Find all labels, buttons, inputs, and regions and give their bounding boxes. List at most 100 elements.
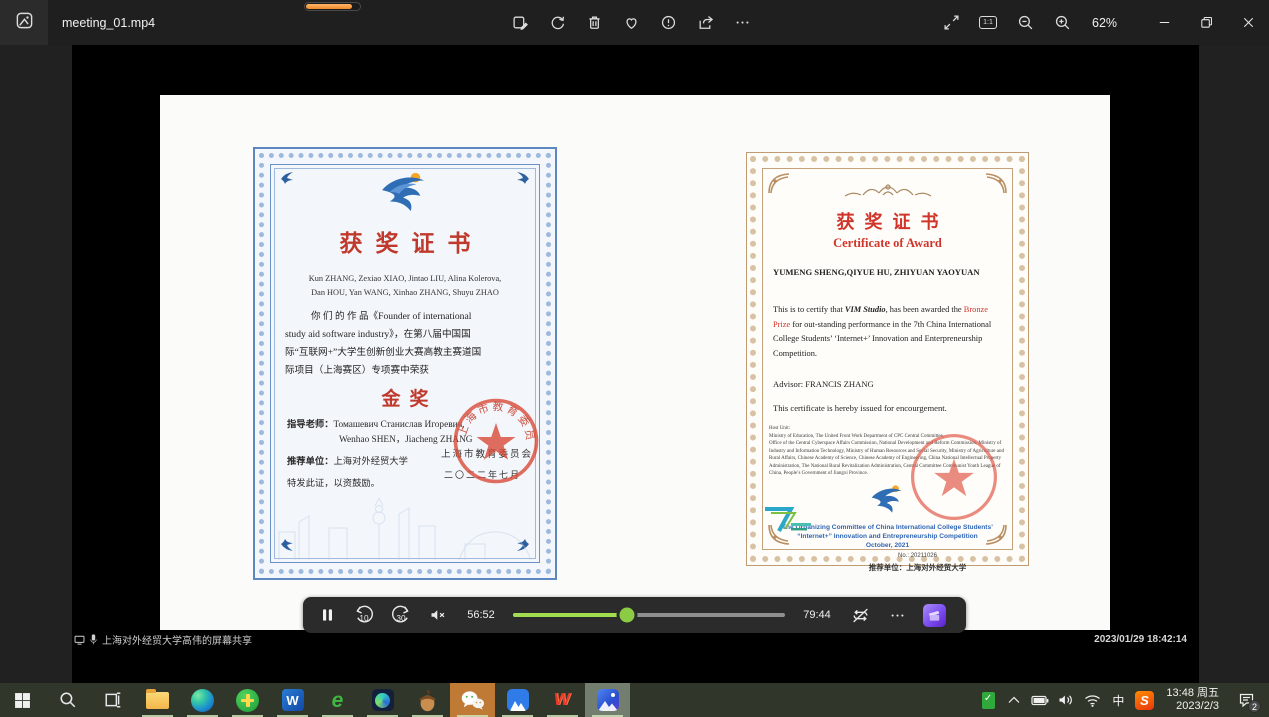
titlebar: meeting_01.mp4 bbox=[0, 0, 1269, 45]
taskbar-webex[interactable] bbox=[360, 683, 405, 717]
taskbar-green-browser[interactable]: e bbox=[315, 683, 360, 717]
ime-indicator[interactable]: 中 bbox=[1106, 683, 1130, 717]
skip-forward-30-button[interactable]: 30 bbox=[390, 603, 412, 627]
taskbar-edge-browser[interactable] bbox=[180, 683, 225, 717]
screen-share-text: 上海对外经贸大学高伟的屏幕共享 bbox=[102, 632, 252, 647]
player-bar: 10 30 56:52 79:44 bbox=[303, 597, 966, 633]
taskbar-word[interactable]: W bbox=[270, 683, 315, 717]
video-timestamp: 2023/01/29 18:42:14 bbox=[1094, 634, 1187, 645]
red-seal-icon: 上海市教育委员会 bbox=[451, 396, 541, 486]
flourish-top-icon bbox=[833, 181, 943, 199]
taskbar-wechat[interactable] bbox=[450, 683, 495, 717]
search-button[interactable] bbox=[45, 683, 90, 717]
taskbar-mountain-app[interactable] bbox=[495, 683, 540, 717]
restore-icon[interactable] bbox=[1185, 0, 1227, 45]
360-security-icon bbox=[236, 689, 259, 712]
edge-icon bbox=[191, 689, 214, 712]
certificate-left-content: 获奖证书 Kun ZHANG, Zexiao XIAO, Jintao LIU,… bbox=[277, 171, 533, 556]
repeat-off-button[interactable] bbox=[849, 603, 871, 627]
certificate-left-names: Kun ZHANG, Zexiao XIAO, Jintao LIU, Alin… bbox=[277, 272, 533, 300]
total-time: 79:44 bbox=[800, 609, 834, 621]
speaker-icon[interactable] bbox=[1054, 683, 1078, 717]
wifi-icon[interactable] bbox=[1080, 683, 1104, 717]
taskbar-file-explorer[interactable] bbox=[135, 683, 180, 717]
actual-size-icon[interactable]: 1:1 bbox=[973, 8, 1003, 38]
wps-icon: W bbox=[553, 690, 572, 710]
favorite-icon[interactable] bbox=[616, 8, 646, 38]
system-tray: 中 S 13:48 周五 2023/2/3 2 bbox=[976, 683, 1269, 717]
task-view-button[interactable] bbox=[90, 683, 135, 717]
sogou-ime-icon[interactable]: S bbox=[1132, 683, 1156, 717]
capture-progress-pill bbox=[304, 2, 361, 11]
red-seal-icon bbox=[908, 431, 1000, 523]
fullscreen-icon[interactable] bbox=[936, 8, 966, 38]
pause-button[interactable] bbox=[316, 603, 338, 627]
info-icon[interactable] bbox=[653, 8, 683, 38]
see-all-photos-button[interactable] bbox=[0, 0, 48, 45]
screen-share-icon bbox=[74, 635, 85, 645]
delete-icon[interactable] bbox=[579, 8, 609, 38]
taskbar-wps[interactable]: W bbox=[540, 683, 585, 717]
rotate-icon[interactable] bbox=[542, 8, 572, 38]
screen: meeting_01.mp4 bbox=[0, 0, 1269, 717]
view-toolbar: 1:1 62% bbox=[936, 0, 1126, 45]
toolbar bbox=[505, 0, 757, 45]
taskbar-photos[interactable] bbox=[585, 683, 630, 717]
video-canvas[interactable]: 获奖证书 Kun ZHANG, Zexiao XIAO, Jintao LIU,… bbox=[72, 45, 1199, 683]
zoom-in-icon[interactable] bbox=[1047, 8, 1077, 38]
start-button[interactable] bbox=[0, 683, 45, 717]
viewer-stage: 获奖证书 Kun ZHANG, Zexiao XIAO, Jintao LIU,… bbox=[0, 45, 1269, 683]
internet-plus-logo-icon bbox=[865, 484, 911, 514]
svg-text:10: 10 bbox=[359, 614, 369, 623]
certificate-right-title-cn: 获奖证书 bbox=[765, 208, 1010, 234]
certificate-right-advisor: Advisor: FRANCIS ZHANG bbox=[773, 379, 1002, 389]
seek-bar-thumb[interactable] bbox=[620, 608, 635, 623]
skip-back-10-button[interactable]: 10 bbox=[353, 603, 375, 627]
mountain-app-icon bbox=[507, 689, 529, 711]
competition-mini-logo-icon bbox=[761, 505, 813, 535]
seek-bar-fill bbox=[513, 613, 627, 617]
taskbar-apps: W e W bbox=[0, 683, 630, 717]
word-icon: W bbox=[282, 689, 304, 711]
zoom-level: 62% bbox=[1092, 16, 1126, 30]
chevron-up-icon[interactable] bbox=[1002, 683, 1026, 717]
zoom-out-icon[interactable] bbox=[1010, 8, 1040, 38]
edit-icon[interactable] bbox=[505, 8, 535, 38]
taskbar-nutstore[interactable] bbox=[405, 683, 450, 717]
certificate-left-body: 你 们 的 作 品《Founder of international study… bbox=[285, 308, 525, 380]
certificate-right-recommender: 推荐单位：上海对外经贸大学 bbox=[765, 562, 1010, 573]
usb-eject-icon[interactable] bbox=[976, 683, 1000, 717]
taskbar-clock[interactable]: 13:48 周五 2023/2/3 bbox=[1158, 687, 1227, 713]
more-icon[interactable] bbox=[727, 8, 757, 38]
certificate-right-issue-note: This certificate is hereby issued for en… bbox=[773, 403, 1002, 413]
close-icon[interactable] bbox=[1227, 0, 1269, 45]
clock-time: 13:48 周五 bbox=[1166, 687, 1219, 700]
webex-icon bbox=[372, 689, 394, 711]
wechat-icon bbox=[460, 689, 485, 711]
photos-icon bbox=[597, 689, 619, 711]
nutstore-acorn-icon bbox=[417, 689, 438, 712]
mute-button[interactable] bbox=[427, 603, 449, 627]
clock-date: 2023/2/3 bbox=[1166, 700, 1219, 713]
gallery-icon bbox=[15, 11, 34, 35]
share-icon[interactable] bbox=[690, 8, 720, 38]
certificate-right-names: YUMENG SHENG,QIYUE HU, ZHIYUAN YAOYUAN bbox=[773, 267, 1002, 277]
green-browser-icon: e bbox=[332, 690, 344, 711]
notification-center-button[interactable]: 2 bbox=[1229, 683, 1263, 717]
clipchamp-edit-button[interactable] bbox=[923, 604, 946, 627]
internet-plus-logo-icon bbox=[376, 171, 434, 213]
microphone-icon bbox=[89, 634, 98, 645]
seek-bar[interactable] bbox=[513, 613, 785, 617]
battery-icon[interactable] bbox=[1028, 683, 1052, 717]
certificate-right-title-en: Certificate of Award bbox=[765, 236, 1010, 251]
screen-share-overlay: 上海对外经贸大学高伟的屏幕共享 bbox=[74, 632, 252, 647]
taskbar: W e W bbox=[0, 683, 1269, 717]
window-controls bbox=[1143, 0, 1269, 45]
player-more-button[interactable] bbox=[886, 603, 908, 627]
notification-badge: 2 bbox=[1248, 700, 1261, 713]
certificate-right-body: This is to certify that VIM Studio, has … bbox=[773, 303, 1002, 361]
minimize-icon[interactable] bbox=[1143, 0, 1185, 45]
current-time: 56:52 bbox=[464, 609, 498, 621]
capture-progress-fill bbox=[306, 4, 352, 9]
taskbar-360-security[interactable] bbox=[225, 683, 270, 717]
